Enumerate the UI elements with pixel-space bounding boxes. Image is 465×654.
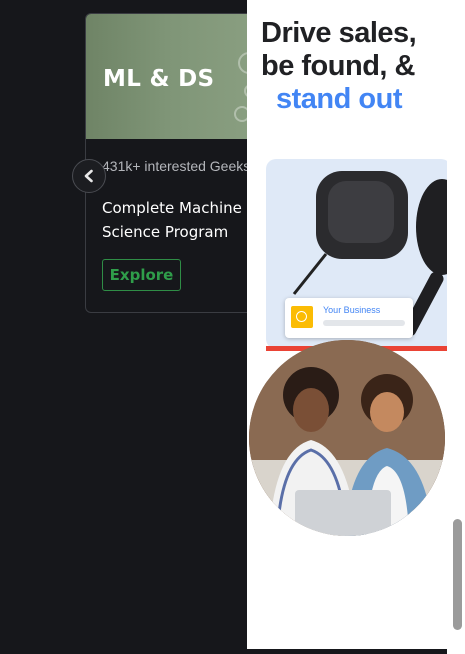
ad-headline-line2: be found, & (261, 50, 415, 82)
explore-button[interactable]: Explore (102, 259, 181, 291)
course-banner-title: ML & DS (103, 66, 215, 92)
ad-headline-line3: stand out (276, 83, 403, 115)
carousel-prev-button[interactable] (72, 159, 106, 193)
ad-headline-line1: Drive sales, (261, 17, 417, 49)
business-card-placeholder (323, 320, 405, 326)
course-banner: ML & DS (86, 14, 266, 139)
business-icon (291, 306, 313, 328)
business-card: Your Business (285, 298, 413, 338)
scrollbar-thumb[interactable] (453, 519, 462, 630)
course-card[interactable]: ML & DS 431k+ interested Geeks Complete … (85, 13, 267, 313)
chevron-left-icon (84, 169, 93, 183)
business-card-label: Your Business (323, 305, 381, 315)
advertisement-panel[interactable]: Drive sales, be found, & stand out Your … (247, 0, 447, 649)
people-illustration (249, 340, 445, 536)
course-title[interactable]: Complete Machine Learning & Data Science… (102, 196, 266, 244)
ad-people-photo (249, 340, 445, 536)
interested-count: 431k+ interested Geeks (102, 158, 251, 174)
